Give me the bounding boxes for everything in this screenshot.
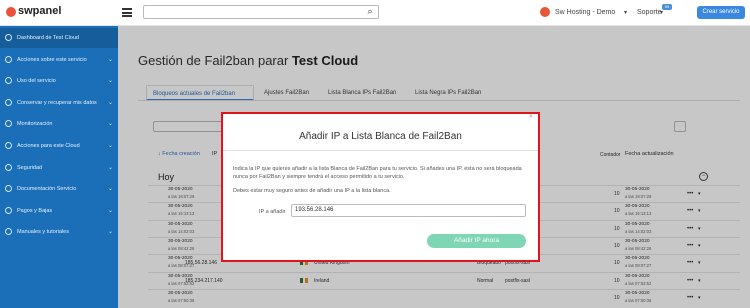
sidebar-item-label: Dashboard de Test Cloud [17,35,79,41]
modal-description: Indica la IP que quieres añadir a la lis… [233,166,522,180]
sidebar-item-label: Pagos y Bajas [17,207,53,214]
modal-divider [223,150,538,151]
chevron-down-icon[interactable]: ⌄ [108,77,113,84]
sidebar-item-icon [5,163,12,171]
chevron-down-icon[interactable]: ⌄ [108,99,113,106]
sidebar-item[interactable]: Pagos y Bajas ⌄ [0,201,118,221]
sidebar: Dashboard de Test Cloud Acciones sobre es… [0,26,118,308]
top-bar: swpanel ⌕ Sw Hosting - Demo ▾ Soporte ▾ … [0,0,750,26]
sidebar-item[interactable]: Conservar y recuperar mis datos ⌄ [0,93,118,113]
chevron-down-icon[interactable]: ▾ [624,9,627,16]
chevron-down-icon[interactable]: ⌄ [108,56,113,63]
sidebar-item-icon [5,34,12,41]
search-icon[interactable]: ⌕ [364,6,376,17]
sidebar-item-label: Manuales y tutoriales [17,229,69,236]
sidebar-item[interactable]: Monitorización ⌄ [0,114,118,134]
sidebar-item-label: Seguridad [17,164,43,171]
modal-warning: Debes estar muy seguro antes de añadir u… [233,188,391,194]
chevron-down-icon[interactable]: ⌄ [108,142,113,149]
search-input[interactable] [143,5,379,19]
logo-text[interactable]: swpanel [18,5,61,17]
create-service-button[interactable]: Crear servicio [697,6,745,19]
chevron-down-icon[interactable]: ⌄ [108,185,113,192]
sidebar-item-label: Uso del servicio [17,78,56,85]
chevron-down-icon[interactable]: ⌄ [108,207,113,214]
sidebar-item-label: Conservar y recuperar mis datos [17,99,97,106]
sidebar-item-icon [5,206,12,214]
sidebar-item-icon [5,120,12,128]
sidebar-item-label: Monitorización [17,121,53,128]
sidebar-item-icon [5,55,12,63]
logo-icon [6,7,16,17]
account-name[interactable]: Sw Hosting - Demo [555,9,615,16]
sidebar-item-icon [5,77,12,85]
support-menu[interactable]: Soporte [637,9,662,16]
sidebar-item-label: Acciones para este Cloud [17,143,80,149]
sidebar-item[interactable]: Documentación Servicio ⌄ [0,179,118,199]
sidebar-item[interactable]: Dashboard de Test Cloud [0,28,118,48]
sidebar-item[interactable]: Uso del servicio ⌄ [0,71,118,91]
chevron-down-icon[interactable]: ⌄ [108,164,113,171]
ip-field-label: IP a añadir [259,209,286,215]
chevron-down-icon[interactable]: ⌄ [108,120,113,127]
sidebar-item[interactable]: Manuales y tutoriales ⌄ [0,222,118,242]
sidebar-item[interactable]: Acciones sobre este servicio ⌄ [0,50,118,70]
close-icon[interactable]: × [529,114,533,120]
sidebar-item[interactable]: Seguridad ⌄ [0,158,118,178]
sidebar-item-label: Documentación Servicio [17,186,77,193]
support-badge: 99 [662,4,672,10]
chevron-down-icon[interactable]: ▾ [660,9,663,16]
add-whitelist-ip-modal: × Añadir IP a Lista Blanca de Fail2Ban I… [221,112,540,262]
sidebar-item-label: Acciones sobre este servicio [17,56,87,63]
sidebar-item-icon [5,142,12,149]
sidebar-item-icon [5,228,12,236]
sidebar-item[interactable]: Acciones para este Cloud ⌄ [0,136,118,156]
modal-title: Añadir IP a Lista Blanca de Fail2Ban [299,131,462,142]
hamburger-menu-icon[interactable] [122,8,132,17]
ip-input[interactable]: 193.56.28.146 [291,204,526,217]
sidebar-item-icon [5,98,12,106]
add-ip-button[interactable]: Añadir IP ahora [427,234,526,248]
account-avatar-icon[interactable] [540,7,550,17]
chevron-down-icon[interactable]: ⌄ [108,228,113,235]
sidebar-item-icon [5,185,12,193]
